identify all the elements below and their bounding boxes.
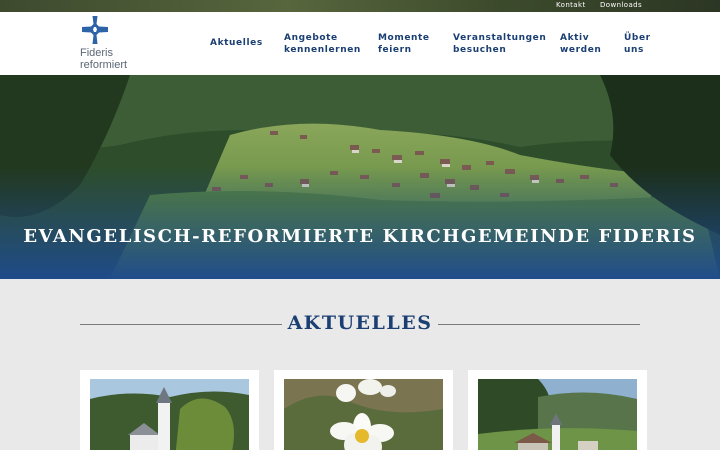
section-divider-left [80, 324, 282, 325]
nav-item-ueber-uns[interactable]: Über uns [624, 33, 651, 56]
section-divider-right [438, 324, 640, 325]
news-card[interactable] [274, 370, 453, 450]
card-image-flower [284, 379, 443, 450]
section-title: AKTUELLES [287, 312, 433, 334]
nav-item-aktiv-werden[interactable]: Aktiv werden [560, 33, 601, 56]
card-image-valley [478, 379, 637, 450]
cross-logo-icon [82, 16, 108, 44]
nav-item-aktuelles[interactable]: Aktuelles [210, 38, 263, 50]
top-utility-bar: Kontakt Downloads [0, 0, 720, 12]
hero-landscape-image [0, 75, 720, 279]
kontakt-link[interactable]: Kontakt [556, 1, 586, 9]
news-card[interactable] [80, 370, 259, 450]
nav-item-momente[interactable]: Momente feiern [378, 33, 430, 56]
hero-title: EVANGELISCH-REFORMIERTE KIRCHGEMEINDE FI… [23, 226, 697, 247]
site-logo[interactable]: Fideris reformiert [80, 16, 160, 74]
hero-banner [0, 75, 720, 279]
logo-text-line1: Fideris [80, 47, 114, 59]
downloads-link[interactable]: Downloads [600, 1, 642, 9]
news-card[interactable] [468, 370, 647, 450]
card-image-church [90, 379, 249, 450]
nav-item-angebote[interactable]: Angebote kennenlernen [284, 33, 361, 56]
logo-text-line2: reformiert [80, 59, 128, 71]
site-header: Fideris reformiert Aktuelles Angebote ke… [0, 12, 720, 75]
nav-item-veranstaltungen[interactable]: Veranstaltungen besuchen [453, 33, 546, 56]
